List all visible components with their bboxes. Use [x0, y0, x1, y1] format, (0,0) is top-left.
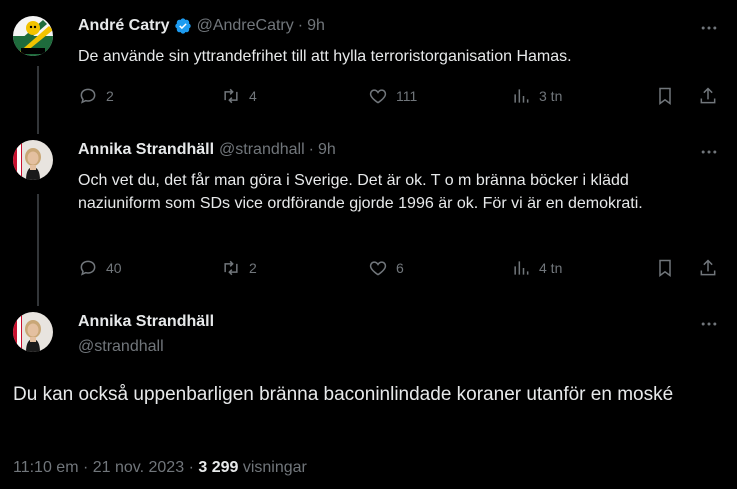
- more-options-icon[interactable]: [698, 313, 720, 335]
- views-button[interactable]: 3 tn: [511, 86, 562, 106]
- more-options-icon[interactable]: [698, 17, 720, 39]
- tweet-text: Och vet du, det får man göra i Sverige. …: [78, 172, 643, 212]
- author-handle[interactable]: @strandhall: [219, 141, 305, 159]
- author-name[interactable]: Annika Strandhäll: [78, 141, 214, 159]
- separator: ·: [188, 459, 194, 476]
- main-tweet-text: Du kan också uppenbarligen bränna baconi…: [13, 384, 674, 405]
- retweet-icon: [224, 260, 238, 276]
- separator: ·: [308, 141, 314, 158]
- views-icon: [514, 261, 529, 275]
- views-count: 3 tn: [539, 88, 563, 104]
- views-button[interactable]: 4 tn: [511, 258, 562, 278]
- tweet-text: De använde sin yttrandefrihet till att h…: [78, 48, 572, 65]
- bookmark-icon: [659, 259, 671, 277]
- tweet-meta: 11:10 em · 21 nov. 2023 · 3 299 visninga…: [13, 459, 307, 477]
- tweet-actions: 40 2 6 4 tn: [78, 258, 725, 278]
- retweet-count: 2: [249, 260, 257, 276]
- more-options-icon[interactable]: [698, 141, 720, 163]
- heart-icon: [369, 261, 387, 276]
- heart-icon: [369, 89, 387, 104]
- reply-count: 40: [106, 260, 122, 276]
- tweet-actions: 2 4 111 3 tn: [78, 86, 725, 106]
- reply-button[interactable]: 2: [78, 86, 114, 106]
- tweet-header: André Catry @AndreCatry · 9h: [78, 17, 325, 35]
- avatar[interactable]: [13, 312, 53, 352]
- bookmark-button[interactable]: [655, 86, 675, 106]
- thread-line: [37, 66, 39, 134]
- like-button[interactable]: 111: [368, 86, 417, 106]
- author-handle[interactable]: @AndreCatry: [197, 17, 294, 35]
- author-handle[interactable]: @strandhall: [78, 338, 164, 356]
- avatar[interactable]: [13, 140, 53, 180]
- reply-icon: [80, 260, 96, 276]
- bookmark-button[interactable]: [655, 258, 675, 278]
- share-icon: [700, 87, 716, 104]
- timestamp[interactable]: 9h: [318, 141, 336, 159]
- author-name[interactable]: André Catry: [78, 17, 170, 35]
- share-button[interactable]: [698, 258, 718, 278]
- timestamp[interactable]: 9h: [307, 17, 325, 35]
- like-button[interactable]: 6: [368, 258, 404, 278]
- avatar[interactable]: [13, 16, 53, 56]
- views-label: visningar: [242, 459, 307, 476]
- retweet-icon: [224, 88, 238, 104]
- verified-badge-icon: [174, 17, 192, 35]
- share-button[interactable]: [698, 86, 718, 106]
- reply-icon: [80, 88, 96, 104]
- post-date[interactable]: 21 nov. 2023: [93, 459, 184, 476]
- like-count: 111: [396, 88, 418, 104]
- bookmark-icon: [659, 87, 671, 105]
- views-count: 3 299: [198, 459, 239, 476]
- share-icon: [700, 259, 716, 276]
- separator: ·: [82, 459, 89, 476]
- views-count: 4 tn: [539, 260, 563, 276]
- views-icon: [514, 89, 529, 103]
- retweet-button[interactable]: 2: [221, 258, 257, 278]
- thread-line: [37, 194, 39, 306]
- separator: ·: [297, 17, 304, 34]
- like-count: 6: [396, 260, 404, 276]
- retweet-button[interactable]: 4: [221, 86, 257, 106]
- retweet-count: 4: [249, 88, 257, 104]
- reply-count: 2: [106, 88, 114, 104]
- author-name[interactable]: Annika Strandhäll: [78, 313, 214, 331]
- reply-button[interactable]: 40: [78, 258, 122, 278]
- tweet-header: Annika Strandhäll @strandhall · 9h: [78, 141, 336, 159]
- post-time[interactable]: 11:10 em: [13, 459, 79, 476]
